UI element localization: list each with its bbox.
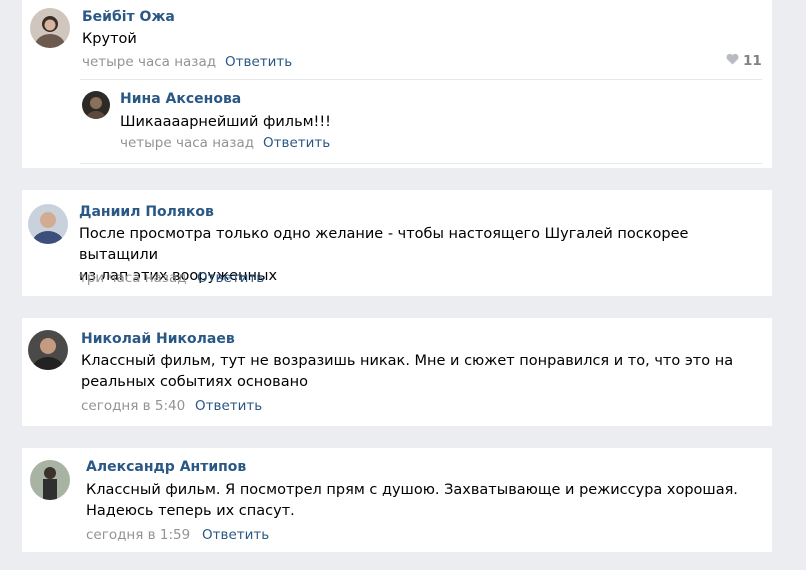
avatar[interactable] xyxy=(82,91,110,119)
like-button[interactable]: 11 xyxy=(726,53,762,69)
heart-icon xyxy=(726,53,739,69)
comment-time[interactable]: сегодня в 1:59 xyxy=(86,527,190,543)
like-count: 11 xyxy=(743,53,762,69)
divider xyxy=(80,79,762,80)
comment-author[interactable]: Бейбіт Ожа xyxy=(82,9,175,25)
comment-text: Классный фильм, тут не возразишь никак. … xyxy=(81,351,771,393)
reply-time[interactable]: четыре часа назад xyxy=(120,135,254,151)
comment-card: Александр Антипов Классный фильм. Я посм… xyxy=(22,448,772,552)
comment-time[interactable]: сегодня в 5:40 xyxy=(81,398,185,414)
reply-button[interactable]: Ответить xyxy=(197,270,264,286)
reply-button[interactable]: Ответить xyxy=(202,527,269,543)
avatar[interactable] xyxy=(30,8,70,48)
reply-button[interactable]: Ответить xyxy=(195,398,262,414)
avatar[interactable] xyxy=(28,330,68,370)
comment-time[interactable]: четыре часа назад xyxy=(82,54,216,70)
comment-time[interactable]: три часа назад xyxy=(79,270,187,286)
reply-button[interactable]: Ответить xyxy=(263,135,330,151)
avatar[interactable] xyxy=(30,460,70,500)
reply-text: Шикаааарнейший фильм!!! xyxy=(120,114,331,130)
comment-text-line: реальных событиях основано xyxy=(81,374,308,390)
comment-text: Классный фильм. Я посмотрел прям с душою… xyxy=(86,480,770,522)
comment-text-line: После просмотра только одно желание - чт… xyxy=(79,226,689,263)
comment-card: Бейбіт Ожа Крутой четыре часа назад Отве… xyxy=(22,0,772,168)
avatar[interactable] xyxy=(28,204,68,244)
comment-card: Николай Николаев Классный фильм, тут не … xyxy=(22,318,772,426)
divider xyxy=(80,163,762,164)
comment-author[interactable]: Николай Николаев xyxy=(81,331,235,347)
comment-text-line: Классный фильм. Я посмотрел прям с душою… xyxy=(86,482,738,498)
comment-author[interactable]: Даниил Поляков xyxy=(79,204,214,220)
comment-card: Даниил Поляков После просмотра только од… xyxy=(22,190,772,296)
comment-text-line: Надеюсь теперь их спасут. xyxy=(86,503,295,519)
comment-author[interactable]: Александр Антипов xyxy=(86,459,246,475)
comment-text: Крутой xyxy=(82,31,137,47)
reply-author[interactable]: Нина Аксенова xyxy=(120,91,241,107)
comment-text-line: Классный фильм, тут не возразишь никак. … xyxy=(81,353,734,369)
reply-button[interactable]: Ответить xyxy=(225,54,292,70)
